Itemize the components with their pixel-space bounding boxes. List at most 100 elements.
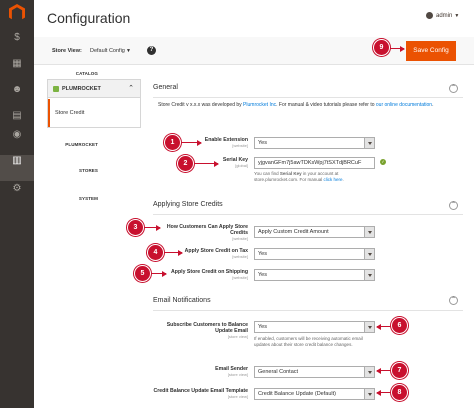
chevron-down-icon[interactable]: ▼ xyxy=(126,48,131,54)
subscribe-label: Subscribe Customers to Balance Update Em… xyxy=(150,322,248,339)
callout-arrow xyxy=(376,367,391,374)
callout-arrow xyxy=(181,139,202,146)
nav-item-catalog[interactable]: ▦ CATALOG xyxy=(0,58,98,84)
tab-group-plumrocket[interactable]: PLUMROCKET ⌃ xyxy=(48,80,140,98)
section-title-email[interactable]: Email Notifications xyxy=(153,297,211,304)
callout-arrow xyxy=(376,323,391,330)
label-text: How Customers Can Apply Store Credits xyxy=(166,224,248,236)
config-tabs: PLUMROCKET ⌃ Store Credit xyxy=(47,79,141,128)
callout-arrow xyxy=(164,249,183,256)
callout-badge: 3 xyxy=(128,220,143,235)
desc-text: . xyxy=(432,102,434,108)
note-text: store.plumrocket.com. For manual xyxy=(254,177,324,182)
save-config-button[interactable]: Save Config xyxy=(406,41,456,61)
email-sender-label: Email Sender [store view] xyxy=(150,366,248,377)
nav-label: CATALOG xyxy=(75,71,98,76)
note-bold: Serial Key xyxy=(279,171,302,176)
apply-method-label: How Customers Can Apply Store Credits [w… xyxy=(150,224,248,241)
tab-store-credit[interactable]: Store Credit xyxy=(48,99,140,127)
enable-extension-select[interactable]: Yes xyxy=(254,137,375,149)
user-name: admin xyxy=(436,13,453,20)
dropdown-arrow-icon xyxy=(364,322,374,332)
callout-badge: 7 xyxy=(392,363,407,378)
note-text: . xyxy=(342,177,344,182)
scope-text: [website] xyxy=(232,236,248,241)
collapse-icon[interactable]: ⌃ xyxy=(449,201,458,210)
nav-item-customers[interactable]: ☻ CUSTOMERS xyxy=(0,84,98,110)
callout-badge: 2 xyxy=(178,156,193,171)
nav-item-plumrocket[interactable]: ◉ PLUMROCKET xyxy=(0,129,98,155)
collapse-icon[interactable]: ⌃ xyxy=(449,296,458,305)
callout-arrow xyxy=(376,389,391,396)
check-icon: ✓ xyxy=(380,159,386,165)
dropdown-arrow-icon xyxy=(364,227,374,237)
select-value: Yes xyxy=(258,324,267,330)
nav-label: SYSTEM xyxy=(78,196,98,201)
select-value: Apply Custom Credit Amount xyxy=(258,229,329,235)
subscribe-select[interactable]: Yes xyxy=(254,321,375,333)
callout-badge: 4 xyxy=(148,245,163,260)
serial-key-input[interactable]: yjgvanGFm7j5awTDKsWpj7tSXTdjBRCuF xyxy=(254,157,375,169)
documentation-link[interactable]: our online documentation xyxy=(376,102,432,108)
gear-icon: ⚙ xyxy=(12,183,22,194)
section-title-general[interactable]: General xyxy=(153,84,178,91)
callout-arrow xyxy=(390,45,405,52)
callout-badge: 5 xyxy=(135,266,150,281)
scope-text: [store view] xyxy=(227,334,248,339)
section-title-applying[interactable]: Applying Store Credits xyxy=(153,201,223,208)
callout-arrow xyxy=(151,270,167,277)
chevron-up-icon: ⌃ xyxy=(128,85,134,92)
nav-label: PLUMROCKET xyxy=(65,142,98,147)
dollar-icon: $ xyxy=(14,32,20,43)
nav-item-stores[interactable]: ▥ STORES xyxy=(0,155,98,181)
dropdown-arrow-icon xyxy=(364,367,374,377)
callout-badge: 6 xyxy=(392,318,407,333)
note-text: in your account at xyxy=(301,171,339,176)
divider xyxy=(153,310,463,311)
subscribe-note: If enabled, customers will be receiving … xyxy=(254,336,363,347)
scope-text: [store view] xyxy=(227,372,248,377)
user-menu[interactable]: admin ▼ xyxy=(426,12,459,19)
person-icon: ☻ xyxy=(11,84,23,95)
general-description: Store Credit v x.x.x was developed by Pl… xyxy=(158,102,453,109)
apply-on-shipping-select[interactable]: Yes xyxy=(254,269,375,281)
tab-group-label: PLUMROCKET xyxy=(62,86,101,92)
admin-sidebar: $ SALES ▦ CATALOG ☻ CUSTOMERS ▤ CONTENT … xyxy=(0,0,98,408)
nav-label: STORES xyxy=(78,168,98,173)
select-value: Yes xyxy=(258,140,267,146)
store-icon: ▥ xyxy=(12,155,22,166)
plumrocket-logo-icon xyxy=(53,86,59,92)
plumrocket-icon: ◉ xyxy=(12,129,22,140)
nav-item-system[interactable]: ⚙ SYSTEM xyxy=(0,183,98,209)
layout-icon: ▤ xyxy=(12,110,22,121)
divider xyxy=(153,214,463,215)
callout-badge: 8 xyxy=(392,385,407,400)
chevron-down-icon: ▼ xyxy=(454,13,460,20)
apply-on-tax-label: Apply Store Credit on Tax [website] xyxy=(150,248,248,259)
email-template-select[interactable]: Credit Balance Update (Default) xyxy=(254,388,375,400)
nav-item-sales[interactable]: $ SALES xyxy=(0,32,98,58)
manual-link[interactable]: click here xyxy=(324,177,343,182)
user-icon xyxy=(426,12,433,19)
plumrocket-link[interactable]: Plumrocket Inc xyxy=(243,102,276,108)
collapse-icon[interactable]: ⌃ xyxy=(449,84,458,93)
email-sender-select[interactable]: General Contact xyxy=(254,366,375,378)
apply-on-tax-select[interactable]: Yes xyxy=(254,248,375,260)
email-template-label: Credit Balance Update Email Template [st… xyxy=(150,388,248,399)
help-icon[interactable]: ? xyxy=(147,46,156,55)
magento-logo-icon[interactable] xyxy=(9,4,25,20)
scope-text: [website] xyxy=(232,254,248,259)
select-value: Yes xyxy=(258,272,267,278)
dropdown-arrow-icon xyxy=(364,270,374,280)
apply-method-select[interactable]: Apply Custom Credit Amount xyxy=(254,226,375,238)
store-view-switcher[interactable]: Default Config xyxy=(90,48,125,54)
store-view-label: Store View: xyxy=(52,48,82,54)
desc-text: . For manual & video tutorials please re… xyxy=(276,102,376,108)
label-text: Subscribe Customers to Balance Update Em… xyxy=(166,322,248,334)
callout-arrow xyxy=(194,160,219,167)
callout-badge: 9 xyxy=(374,40,389,55)
dropdown-arrow-icon xyxy=(364,249,374,259)
dropdown-arrow-icon xyxy=(364,138,374,148)
note-text: You can find xyxy=(254,171,280,176)
callout-arrow xyxy=(144,224,161,231)
